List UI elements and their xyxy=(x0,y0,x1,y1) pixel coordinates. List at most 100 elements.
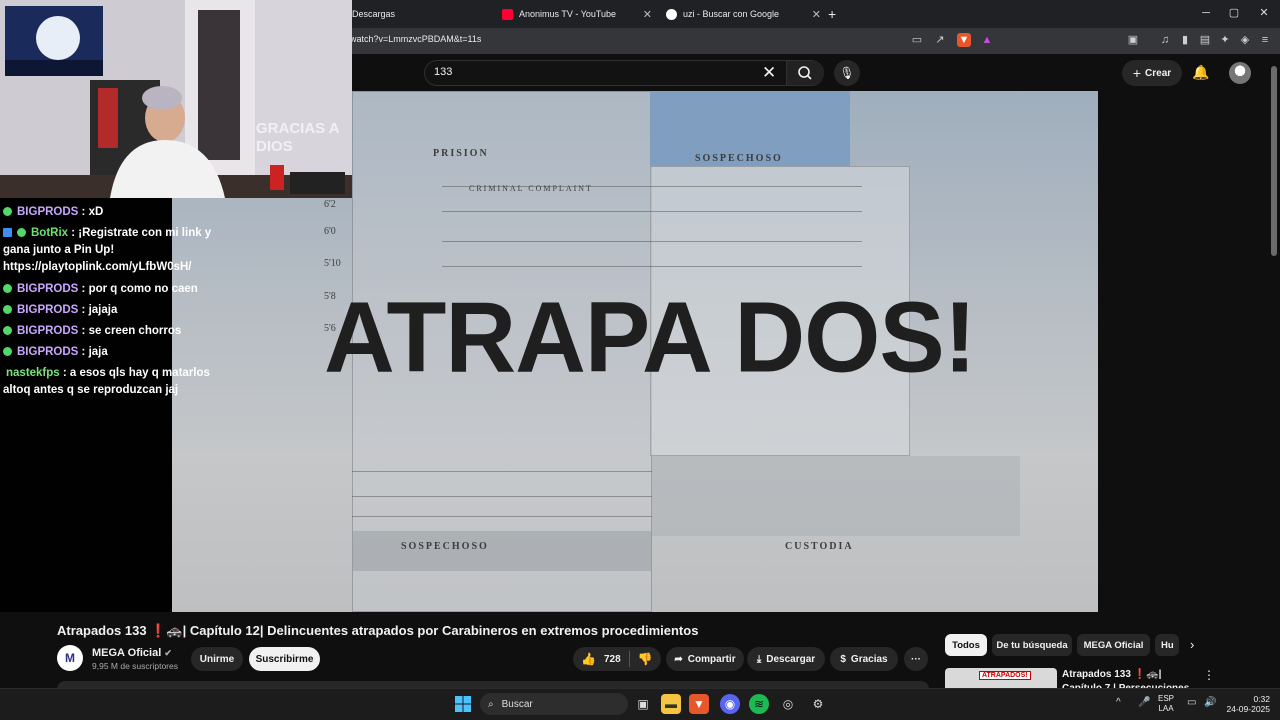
notifications-bell-icon[interactable]: 🔔 xyxy=(1192,64,1209,81)
form-line xyxy=(442,211,862,212)
tab-google[interactable]: uzi - Buscar con Google ✕ xyxy=(666,0,821,28)
clear-search-icon[interactable]: ✕ xyxy=(762,63,776,83)
url-text[interactable]: m/watch?v=LmmzvcPBDAM&t=11s xyxy=(340,34,481,44)
maximize-button[interactable]: ▢ xyxy=(1224,5,1244,21)
close-tab-icon[interactable]: ✕ xyxy=(812,8,821,21)
chevron-right-icon[interactable]: › xyxy=(1190,637,1194,652)
chip-de-tu-busqueda[interactable]: De tu búsqueda xyxy=(992,634,1072,656)
channel-name-text: MEGA Oficial xyxy=(92,647,162,659)
settings-gear-icon[interactable]: ⚙ xyxy=(808,694,828,714)
extension-icon[interactable]: ▣ xyxy=(1126,33,1140,47)
tab-youtube[interactable]: Anonimus TV - YouTube ✕ xyxy=(502,0,652,28)
height-mark: 6'2 xyxy=(324,199,336,210)
download-label: Descargar xyxy=(766,653,816,665)
like-dislike-group: 👍 728 👎 xyxy=(573,647,661,671)
kebab-menu-icon[interactable]: ⋮ xyxy=(1203,668,1215,682)
like-count[interactable]: 728 xyxy=(604,654,621,665)
chat-message: nastekfps : a esos qls hay q matarlos al… xyxy=(3,365,235,399)
prision-label: PRISION xyxy=(433,148,489,159)
form-line xyxy=(442,266,862,267)
menu-icon[interactable]: ≡ xyxy=(1258,33,1272,47)
page-scrollbar[interactable] xyxy=(1271,66,1277,256)
brave-browser-icon[interactable]: ▼ xyxy=(689,694,709,714)
task-view-icon[interactable]: ▣ xyxy=(633,694,653,714)
subscriber-count: 9,95 M de suscriptores xyxy=(92,661,178,671)
channel-logo-letter: M xyxy=(65,651,75,665)
form-line xyxy=(352,471,652,472)
recommended-title[interactable]: Atrapados 133 ❗🚓| Capítulo 7 | Persecuci… xyxy=(1062,668,1202,688)
windows-start-icon[interactable] xyxy=(454,695,472,713)
rewards-icon[interactable]: ▲ xyxy=(980,33,994,47)
close-window-button[interactable]: ✕ xyxy=(1254,5,1274,21)
thumbnail-text: ATRAPADOS! xyxy=(979,671,1031,680)
user-avatar[interactable] xyxy=(1229,62,1251,84)
channel-name[interactable]: MEGA Oficial ✔ xyxy=(92,647,172,659)
wallet-icon[interactable]: ▤ xyxy=(1198,33,1212,47)
volume-icon[interactable]: 🔊 xyxy=(1204,697,1216,708)
chat-message: BIGPRODS : jaja xyxy=(3,344,243,361)
network-icon[interactable]: ▭ xyxy=(1187,697,1196,708)
search-value[interactable]: 133 xyxy=(434,66,452,78)
voice-search-icon[interactable]: 🎙 xyxy=(834,60,860,86)
video-overlay-title: ATRAPA DOS! xyxy=(324,280,976,394)
thanks-button[interactable]: $ Gracias xyxy=(830,647,898,671)
tab-label: Descargas xyxy=(352,9,396,19)
wall-sign-text: GRACIAS A DIOS xyxy=(256,120,340,155)
clock-time: 0:32 xyxy=(1253,694,1270,704)
share-button[interactable]: ➦ Compartir xyxy=(666,647,744,671)
chat-username: BotRix xyxy=(31,227,69,239)
more-icon: ··· xyxy=(911,653,921,665)
more-actions-button[interactable]: ··· xyxy=(904,647,928,671)
clock[interactable]: 0:32 24-09-2025 xyxy=(1222,694,1270,714)
lang-code: ESP xyxy=(1158,694,1175,703)
plus-icon: + xyxy=(1132,65,1142,81)
stream-chat: BIGPRODS : xD BotRix : ¡Registrate con m… xyxy=(0,198,211,612)
paper-strip xyxy=(352,531,652,571)
new-tab-button[interactable]: + xyxy=(828,0,842,28)
music-icon[interactable]: ♫ xyxy=(1158,33,1172,47)
minimize-button[interactable]: ─ xyxy=(1196,5,1216,21)
discord-icon[interactable]: ◉ xyxy=(720,694,740,714)
join-button[interactable]: Unirme xyxy=(191,647,243,671)
tab-descargas[interactable]: Descargas xyxy=(352,0,492,28)
bot-badge-icon xyxy=(3,228,12,237)
file-explorer-icon[interactable]: ▬ xyxy=(661,694,681,714)
video-title: Atrapados 133 ❗🚓| Capítulo 12| Delincuen… xyxy=(57,623,699,638)
form-line xyxy=(352,516,652,517)
subscribe-button[interactable]: Suscribirme xyxy=(249,647,320,671)
chip-partial[interactable]: Hu xyxy=(1155,634,1179,656)
taskbar-search[interactable]: ⌕ Buscar xyxy=(480,693,628,715)
microphone-icon[interactable]: 🎤 xyxy=(1138,697,1150,708)
download-button[interactable]: ⤓ Descargar xyxy=(747,647,825,671)
recommended-thumbnail[interactable]: ATRAPADOS! xyxy=(945,668,1057,688)
brave-shield-icon[interactable]: ▼ xyxy=(957,33,971,47)
chevron-up-icon[interactable]: ^ xyxy=(1116,697,1121,708)
language-indicator[interactable]: ESP LAA xyxy=(1158,694,1174,714)
form-line xyxy=(352,496,652,497)
chip-todos[interactable]: Todos xyxy=(945,634,987,656)
channel-avatar[interactable]: M xyxy=(57,645,83,671)
verified-badge-icon xyxy=(3,326,12,335)
chip-mega-oficial[interactable]: MEGA Oficial xyxy=(1077,634,1150,656)
chip-label: Hu xyxy=(1161,639,1174,651)
close-tab-icon[interactable]: ✕ xyxy=(643,8,652,21)
verified-badge-icon xyxy=(3,207,12,216)
webcam-scene-image xyxy=(0,0,352,198)
chat-text: : se creen chorros xyxy=(78,325,182,337)
height-mark: 6'0 xyxy=(324,226,336,237)
app-icon[interactable]: ◎ xyxy=(778,694,798,714)
cast-icon[interactable]: ▭ xyxy=(910,33,924,47)
vpn-icon[interactable]: ◈ xyxy=(1238,33,1252,47)
spotify-icon[interactable]: ≋ xyxy=(749,694,769,714)
leo-ai-icon[interactable]: ✦ xyxy=(1218,33,1232,47)
height-mark: 5'10 xyxy=(324,258,341,269)
criminal-complaint-label: CRIMINAL COMPLAINT xyxy=(469,184,593,193)
chat-username: BIGPRODS xyxy=(17,304,79,316)
like-icon[interactable]: 👍 xyxy=(581,652,596,666)
create-button[interactable]: + Crear xyxy=(1122,60,1182,86)
sidebar-icon[interactable]: ▮ xyxy=(1178,33,1192,47)
sospechoso-bottom-label: SOSPECHOSO xyxy=(401,541,489,552)
dislike-icon[interactable]: 👎 xyxy=(638,652,653,666)
share-icon[interactable]: ↗ xyxy=(933,33,947,47)
search-button[interactable] xyxy=(786,61,824,85)
